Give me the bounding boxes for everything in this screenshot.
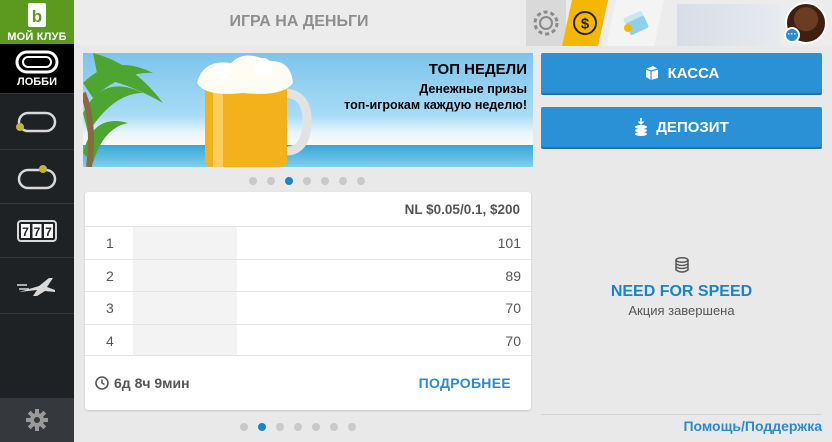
help-support-link[interactable]: Помощь/Поддержка [683,418,822,434]
avatar-menu-icon[interactable]: ··· [784,27,800,43]
carousel-dot[interactable] [348,423,356,431]
beer-mug-icon [197,55,312,167]
carousel-dot[interactable] [321,177,329,185]
sidebar-item-lobby[interactable]: ЛОББИ [0,44,74,94]
leaderboard-carousel-dots[interactable] [240,423,356,431]
carousel-dot[interactable] [276,423,284,431]
tickets-icon [619,10,651,36]
slots-777-icon: 7 7 7 [17,219,57,242]
cashier-button[interactable]: КАССА [541,53,822,95]
row-rank: 4 [106,332,114,349]
clock-icon [95,376,109,390]
leaderboard-stakes: NL $0.05/0.1, $200 [404,202,520,217]
currency-button[interactable]: $ [562,0,608,46]
svg-text:7: 7 [22,225,29,239]
countdown-timer: 6д 8ч 9мин [95,375,190,391]
promo-status: Акция завершена [628,303,735,318]
banner-title: ТОП НЕДЕЛИ [428,61,527,78]
player-name-redacted [133,259,237,291]
sidebar-item-tournaments[interactable] [0,150,74,204]
banner-line2: топ-игрокам каждую неделю! [344,98,527,112]
tickets-button[interactable] [606,0,664,46]
lobby-label: ЛОББИ [17,75,57,88]
carousel-dot[interactable] [330,423,338,431]
spin-plane-icon [17,277,55,296]
coin-stack-icon [635,118,648,136]
cashier-icon [645,66,658,80]
lobby-table-icon [15,50,59,73]
carousel-dot[interactable] [339,177,347,185]
settings-button[interactable] [0,398,74,442]
tournament-table-icon [17,164,57,189]
palm-tree-icon [83,53,163,167]
carousel-dot[interactable] [294,423,302,431]
promo-widget[interactable]: NEED FOR SPEED Акция завершена [541,256,822,318]
carousel-dot[interactable] [312,423,320,431]
carousel-dot[interactable] [267,177,275,185]
club-logo-icon: b [28,3,46,27]
banner-line1: Денежные призы [419,82,527,96]
row-rank: 2 [106,267,114,284]
divider [541,414,822,415]
timer-value: 6д 8ч 9мин [114,375,190,391]
svg-text:7: 7 [45,225,52,239]
svg-text:$: $ [581,16,590,33]
gear-icon [26,409,48,431]
cashier-label: КАССА [667,64,720,82]
poker-chip-icon [533,10,559,36]
player-name-redacted [133,292,237,324]
more-details-link[interactable]: ПОДРОБНЕЕ [419,375,511,391]
table-row: 4 70 [85,323,531,356]
deposit-button[interactable]: ДЕПОЗИТ [541,107,822,149]
top-header: ИГРА НА ДЕНЬГИ $ ··· [74,0,832,46]
coin-stack-icon [674,257,689,273]
my-club-label: МОЙ КЛУБ [7,31,67,43]
sidebar-item-cash-games[interactable] [0,94,74,150]
row-score: 89 [505,267,521,284]
row-rank: 1 [106,235,114,251]
carousel-dot[interactable] [357,177,365,185]
sidebar-item-spin[interactable] [0,258,74,314]
svg-text:b: b [32,7,42,26]
row-rank: 3 [106,300,114,316]
page-title: ИГРА НА ДЕНЬГИ [229,13,369,30]
chips-button[interactable] [526,0,566,46]
player-name-redacted [133,324,237,355]
carousel-dot[interactable] [249,177,257,185]
table-row: 2 89 [85,258,531,291]
dollar-coin-icon: $ [572,10,598,36]
cash-table-icon [16,111,57,132]
player-name-redacted [133,227,237,259]
banner-carousel-dots[interactable] [249,177,365,185]
deposit-label: ДЕПОЗИТ [656,118,729,136]
carousel-dot[interactable] [258,423,266,431]
my-club-button[interactable]: b МОЙ КЛУБ [0,0,74,44]
carousel-dot[interactable] [240,423,248,431]
user-balance-area[interactable] [677,4,781,46]
table-row: 3 70 [85,291,531,324]
row-score: 101 [497,235,521,251]
carousel-dot[interactable] [285,177,293,185]
table-row: 1 101 [85,226,531,259]
row-score: 70 [505,332,521,349]
sidebar: b МОЙ КЛУБ ЛОББИ 7 7 7 [0,0,74,442]
promo-banner[interactable]: ТОП НЕДЕЛИ Денежные призы топ-игрокам ка… [83,53,533,167]
svg-text:7: 7 [34,225,41,239]
carousel-dot[interactable] [303,177,311,185]
sidebar-item-slots[interactable]: 7 7 7 [0,204,74,258]
leaderboard-card: NL $0.05/0.1, $200 1 101 2 89 3 70 4 70 … [85,192,531,410]
banner-text: ТОП НЕДЕЛИ Денежные призы топ-игрокам ка… [344,61,527,113]
row-score: 70 [505,300,521,316]
promo-name: NEED FOR SPEED [610,283,753,300]
leaderboard-rows: 1 101 2 89 3 70 4 70 [85,226,531,356]
